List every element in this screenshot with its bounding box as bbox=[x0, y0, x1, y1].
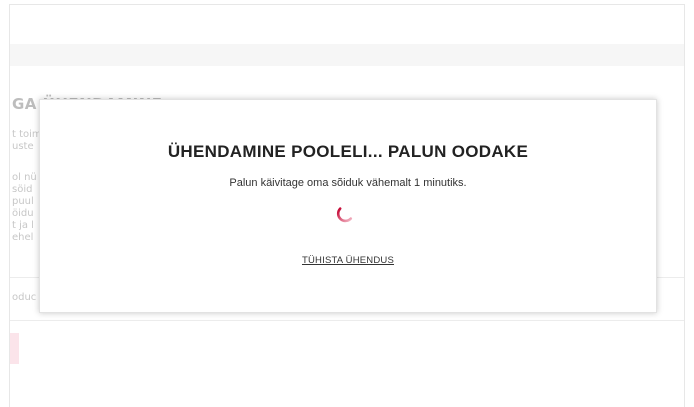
background-text-line: oduc bbox=[12, 292, 37, 303]
background-text-line: puul bbox=[12, 196, 34, 207]
connection-modal: ÜHENDAMINE POOLELI... PALUN OODAKE Palun… bbox=[39, 99, 657, 313]
page: GA ÜHENDAMINE t toim uste ol nü söid puu… bbox=[0, 0, 694, 407]
background-accent-block bbox=[10, 333, 19, 364]
top-bar bbox=[10, 44, 684, 66]
background-text-line: öidu bbox=[12, 208, 34, 219]
loading-spinner-icon bbox=[336, 207, 353, 223]
modal-message: Palun käivitage oma sõiduk vähemalt 1 mi… bbox=[229, 177, 467, 189]
cancel-connection-link[interactable]: TÜHISTA ÜHENDUS bbox=[40, 255, 656, 266]
background-text-line: t ja l bbox=[12, 220, 34, 231]
background-text-line: ol nü bbox=[12, 172, 37, 183]
background-text-line: uste bbox=[12, 141, 34, 152]
background-text-line: t toim bbox=[12, 129, 42, 140]
background-divider bbox=[10, 320, 684, 321]
background-text-line: ehel bbox=[12, 232, 34, 243]
background-text-line: söid bbox=[12, 184, 33, 195]
modal-title: ÜHENDAMINE POOLELI... PALUN OODAKE bbox=[167, 142, 529, 161]
